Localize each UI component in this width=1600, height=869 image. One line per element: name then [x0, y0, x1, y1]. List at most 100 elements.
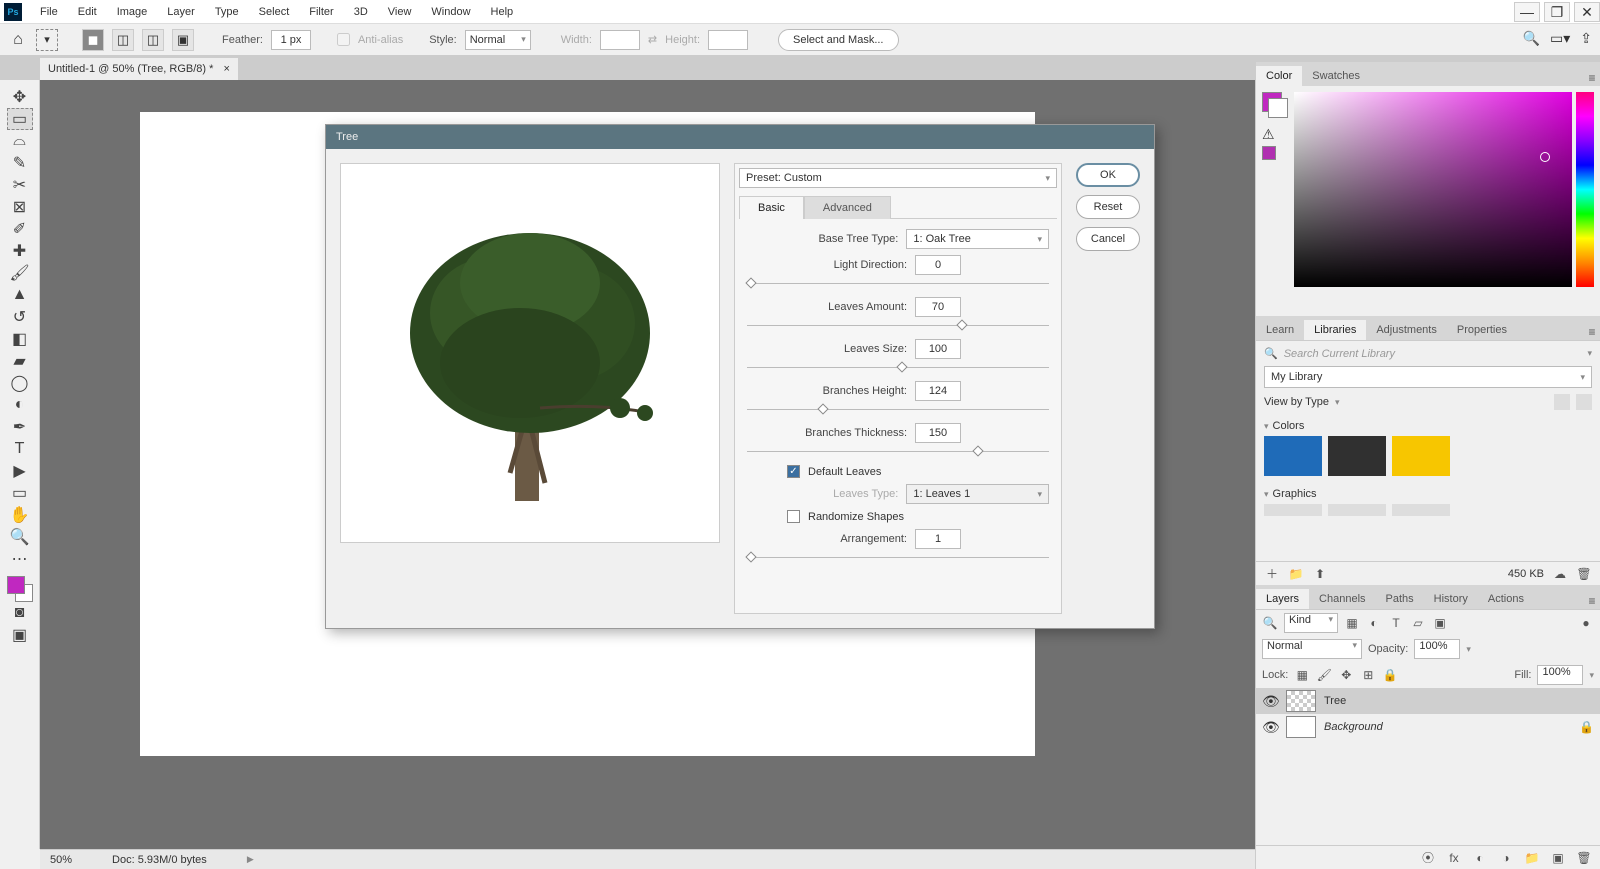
tab-history[interactable]: History	[1424, 589, 1478, 609]
gamut-warning-icon[interactable]: ⚠	[1262, 126, 1278, 142]
healing-tool-icon[interactable]: ✚	[7, 240, 33, 262]
quick-select-tool-icon[interactable]: ✎	[7, 152, 33, 174]
new-layer-icon[interactable]: ▣	[1550, 850, 1566, 866]
default-leaves-checkbox[interactable]: ✓	[787, 465, 800, 478]
screenmode-icon[interactable]: ▣	[7, 624, 33, 646]
filter-adjust-icon[interactable]: ◐	[1366, 615, 1382, 631]
zoom-tool-icon[interactable]: 🔍	[7, 526, 33, 548]
grid-view-icon[interactable]	[1554, 394, 1570, 410]
close-icon[interactable]: ✕	[1574, 2, 1600, 22]
intersect-selection-icon[interactable]: ▣	[172, 29, 194, 51]
zoom-level[interactable]: 50%	[50, 854, 72, 866]
filter-pixel-icon[interactable]: ▦	[1344, 615, 1360, 631]
lock-paint-icon[interactable]: 🖌	[1316, 667, 1332, 683]
tab-layers[interactable]: Layers	[1256, 589, 1309, 609]
panel-menu-icon[interactable]: ≡	[1584, 70, 1600, 86]
fx-icon[interactable]: fx	[1446, 850, 1462, 866]
panel-menu-icon[interactable]: ≡	[1584, 324, 1600, 340]
basetype-select[interactable]: 1: Oak Tree▾	[906, 229, 1049, 249]
leavessize-slider[interactable]	[747, 365, 1049, 371]
viewby-label[interactable]: View by Type	[1264, 396, 1329, 408]
toolbar-more-icon[interactable]: ⋯	[7, 548, 33, 570]
branchh-input[interactable]	[915, 381, 961, 401]
menu-3d[interactable]: 3D	[344, 6, 378, 18]
tab-swatches[interactable]: Swatches	[1302, 66, 1370, 86]
leavesamt-slider[interactable]	[747, 323, 1049, 329]
layer-name[interactable]: Background	[1324, 721, 1571, 733]
marquee-tool-icon[interactable]: ▭	[7, 108, 33, 130]
panel-menu-icon[interactable]: ≡	[1584, 593, 1600, 609]
tab-close-icon[interactable]: ×	[223, 63, 229, 75]
colors-group-label[interactable]: Colors	[1273, 420, 1305, 432]
menu-select[interactable]: Select	[249, 6, 300, 18]
filter-kind-select[interactable]: Kind▾	[1284, 613, 1338, 633]
tab-paths[interactable]: Paths	[1376, 589, 1424, 609]
tool-preset-icon[interactable]: ▾	[36, 29, 58, 51]
lock-nest-icon[interactable]: ⊞	[1360, 667, 1376, 683]
path-select-tool-icon[interactable]: ▶	[7, 460, 33, 482]
move-tool-icon[interactable]: ✥	[7, 86, 33, 108]
menu-layer[interactable]: Layer	[157, 6, 205, 18]
layer-thumb[interactable]	[1286, 690, 1316, 712]
lib-color-2[interactable]	[1328, 436, 1386, 476]
visibility-icon[interactable]: 👁	[1262, 719, 1278, 736]
filter-toggle-icon[interactable]: ●	[1578, 615, 1594, 631]
preset-select[interactable]: Preset: Custom▾	[739, 168, 1057, 188]
frame-tool-icon[interactable]: ⊠	[7, 196, 33, 218]
library-search-input[interactable]: Search Current Library	[1284, 348, 1582, 360]
feather-input[interactable]	[271, 30, 311, 50]
tab-libraries[interactable]: Libraries	[1304, 320, 1366, 340]
gradient-tool-icon[interactable]: ▰	[7, 350, 33, 372]
lib-folder-icon[interactable]: 📁	[1288, 566, 1304, 582]
brancht-input[interactable]	[915, 423, 961, 443]
menu-help[interactable]: Help	[481, 6, 524, 18]
stamp-tool-icon[interactable]: ▲	[7, 284, 33, 306]
lock-all-icon[interactable]: 🔒	[1382, 667, 1398, 683]
menu-view[interactable]: View	[378, 6, 422, 18]
bg-swatch[interactable]	[1268, 98, 1288, 118]
tab-advanced[interactable]: Advanced	[804, 196, 891, 219]
hand-tool-icon[interactable]: ✋	[7, 504, 33, 526]
add-selection-icon[interactable]: ◫	[112, 29, 134, 51]
lock-pos-icon[interactable]: ✥	[1338, 667, 1354, 683]
gamut-swatch[interactable]	[1262, 146, 1276, 160]
brush-tool-icon[interactable]: 🖌	[7, 262, 33, 284]
lib-graphic-3[interactable]	[1392, 504, 1450, 516]
select-and-mask-button[interactable]: Select and Mask...	[778, 29, 899, 51]
minimize-icon[interactable]: —	[1514, 2, 1540, 22]
subtract-selection-icon[interactable]: ◫	[142, 29, 164, 51]
tab-learn[interactable]: Learn	[1256, 320, 1304, 340]
trash-icon[interactable]: 🗑	[1576, 566, 1592, 582]
blend-mode-select[interactable]: Normal▾	[1262, 639, 1362, 659]
maximize-icon[interactable]: ❐	[1544, 2, 1570, 22]
lib-add-icon[interactable]: ＋	[1264, 566, 1280, 582]
tab-color[interactable]: Color	[1256, 66, 1302, 86]
list-view-icon[interactable]	[1576, 394, 1592, 410]
dodge-tool-icon[interactable]: ◐	[7, 394, 33, 416]
lock-icon[interactable]: 🔒	[1579, 720, 1594, 734]
tab-basic[interactable]: Basic	[739, 196, 804, 219]
layer-row-background[interactable]: 👁 Background 🔒	[1256, 714, 1600, 740]
lib-color-3[interactable]	[1392, 436, 1450, 476]
color-spectrum[interactable]	[1294, 92, 1572, 287]
layer-row-tree[interactable]: 👁 Tree	[1256, 688, 1600, 714]
history-brush-tool-icon[interactable]: ↺	[7, 306, 33, 328]
rectangle-tool-icon[interactable]: ▭	[7, 482, 33, 504]
menu-filter[interactable]: Filter	[299, 6, 343, 18]
lasso-tool-icon[interactable]: ⌓	[7, 130, 33, 152]
tab-channels[interactable]: Channels	[1309, 589, 1375, 609]
eyedropper-tool-icon[interactable]: ✐	[7, 218, 33, 240]
branchh-slider[interactable]	[747, 407, 1049, 413]
cloud-icon[interactable]: ☁	[1552, 566, 1568, 582]
type-tool-icon[interactable]: T	[7, 438, 33, 460]
status-menu-icon[interactable]: ▶	[247, 854, 254, 865]
share-icon[interactable]: ⇪	[1580, 30, 1592, 47]
group-icon[interactable]: 📁	[1524, 850, 1540, 866]
lightdir-slider[interactable]	[747, 281, 1049, 287]
delete-layer-icon[interactable]: 🗑	[1576, 850, 1592, 866]
quickmask-icon[interactable]: ◙	[7, 602, 33, 624]
menu-edit[interactable]: Edit	[68, 6, 107, 18]
menu-image[interactable]: Image	[107, 6, 158, 18]
adjustment-icon[interactable]: ◑	[1498, 850, 1514, 866]
pen-tool-icon[interactable]: ✒	[7, 416, 33, 438]
